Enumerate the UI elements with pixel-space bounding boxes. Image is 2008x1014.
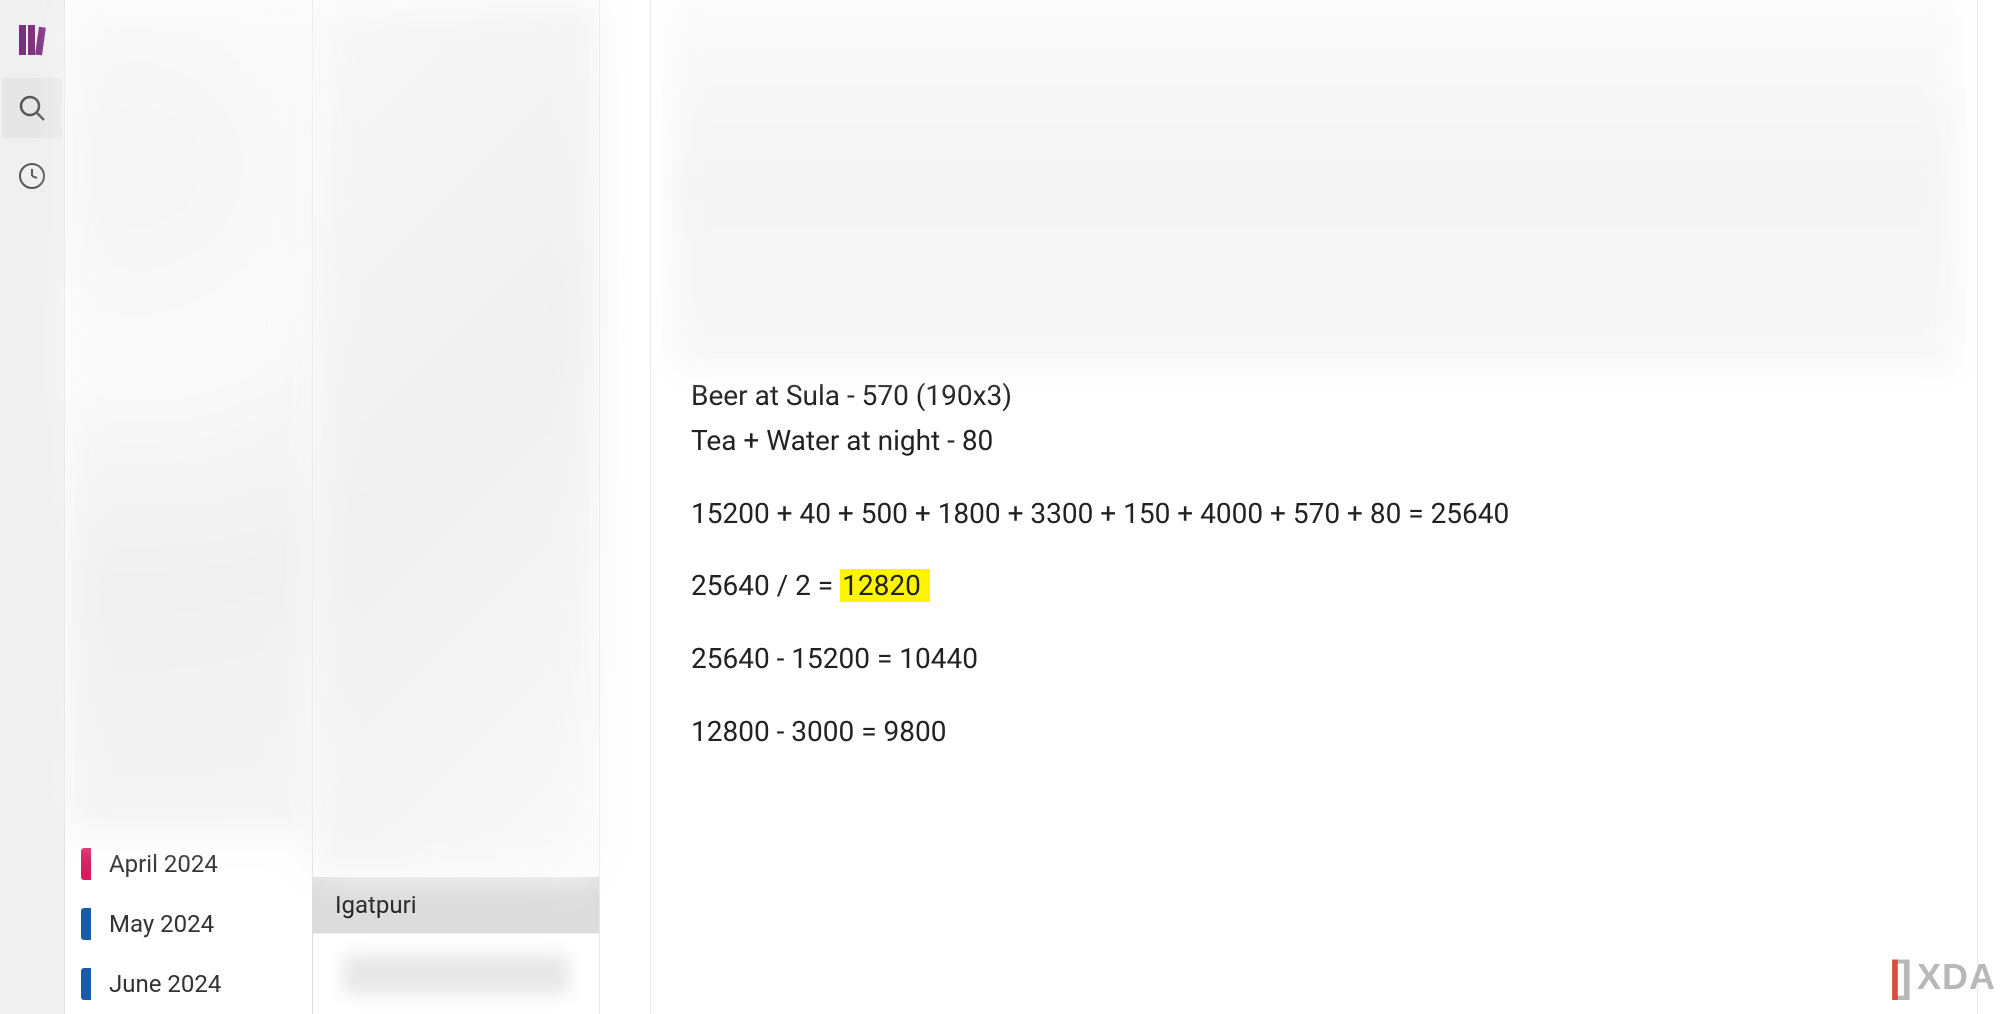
notebook-item-may[interactable]: May 2024 [65, 894, 312, 954]
note-line: Beer at Sula - 570 (190x3) [691, 374, 1957, 419]
page-item-igatpuri[interactable]: Igatpuri [313, 877, 599, 934]
page-label: Igatpuri [335, 891, 417, 919]
clock-icon [18, 162, 46, 190]
note-blurred-header [671, 0, 1957, 370]
bracket-right-icon: ] [1897, 952, 1913, 1002]
notebook-item-april[interactable]: April 2024 [65, 834, 312, 894]
notebook-item-june[interactable]: June 2024 [65, 954, 312, 1014]
pages-items: Igatpuri [313, 877, 599, 1014]
notebook-blurred-area [65, 0, 312, 834]
search-icon [17, 93, 47, 123]
notebooks-button[interactable] [2, 10, 62, 70]
note-calc-prefix: 25640 / 2 = [691, 569, 840, 602]
note-line: Tea + Water at night - 80 [691, 419, 1957, 464]
note-text: Beer at Sula - 570 (190x3) Tea + Water a… [671, 370, 1957, 755]
note-highlight: 12820 [840, 569, 930, 602]
pages-blurred-area [313, 0, 599, 877]
notebook-tab-icon [81, 848, 91, 880]
notebook-tab-icon [81, 908, 91, 940]
notebook-label: April 2024 [109, 850, 218, 878]
note-editor[interactable]: Beer at Sula - 570 (190x3) Tea + Water a… [650, 0, 1978, 1014]
pages-panel: Igatpuri [313, 0, 600, 1014]
note-calc-line: 25640 / 2 = 12820 [691, 564, 1957, 609]
note-line: 15200 + 40 + 500 + 1800 + 3300 + 150 + 4… [691, 492, 1957, 537]
recent-button[interactable] [2, 146, 62, 206]
search-button[interactable] [2, 78, 62, 138]
xda-watermark: [ ] XDA [1890, 952, 1996, 1002]
notebooks-icon [17, 23, 47, 57]
notebook-tab-icon [81, 968, 91, 1000]
watermark-text: XDA [1917, 956, 1996, 998]
left-toolbar [0, 0, 65, 1014]
notebook-items: April 2024 May 2024 June 2024 [65, 834, 312, 1014]
note-line: 25640 - 15200 = 10440 [691, 637, 1957, 682]
notebook-label: May 2024 [109, 910, 214, 938]
notebook-label: June 2024 [109, 970, 221, 998]
notebook-panel: April 2024 May 2024 June 2024 [65, 0, 313, 1014]
note-line: 12800 - 3000 = 9800 [691, 710, 1957, 755]
page-blurred-item [343, 954, 569, 994]
